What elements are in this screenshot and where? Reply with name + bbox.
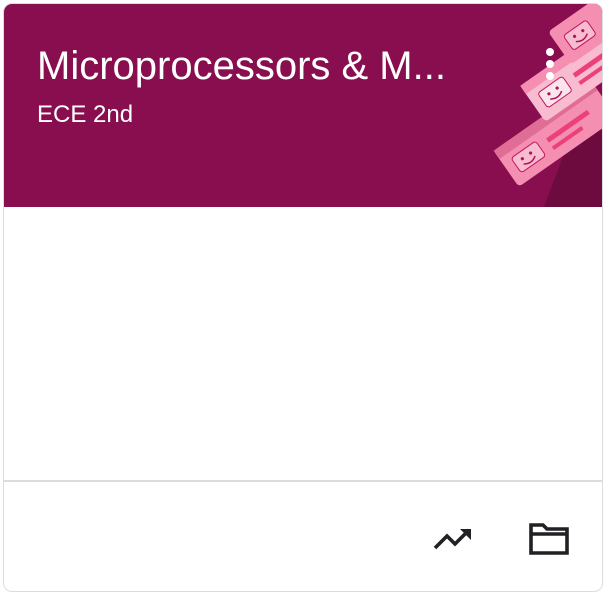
class-title-link[interactable]: Microprocessors & M... [37, 40, 497, 92]
trending-up-icon [433, 528, 471, 550]
course-card[interactable]: Microprocessors & M... ECE 2nd [3, 3, 603, 592]
open-gradebook-button[interactable] [430, 515, 478, 563]
more-options-button[interactable] [532, 40, 568, 88]
card-body [4, 207, 602, 481]
card-header[interactable]: Microprocessors & M... ECE 2nd [4, 4, 602, 207]
card-footer [4, 482, 602, 591]
more-vert-icon [546, 48, 554, 80]
open-folder-button[interactable] [525, 515, 573, 563]
folder-icon [529, 523, 569, 555]
class-section: ECE 2nd [37, 101, 134, 128]
